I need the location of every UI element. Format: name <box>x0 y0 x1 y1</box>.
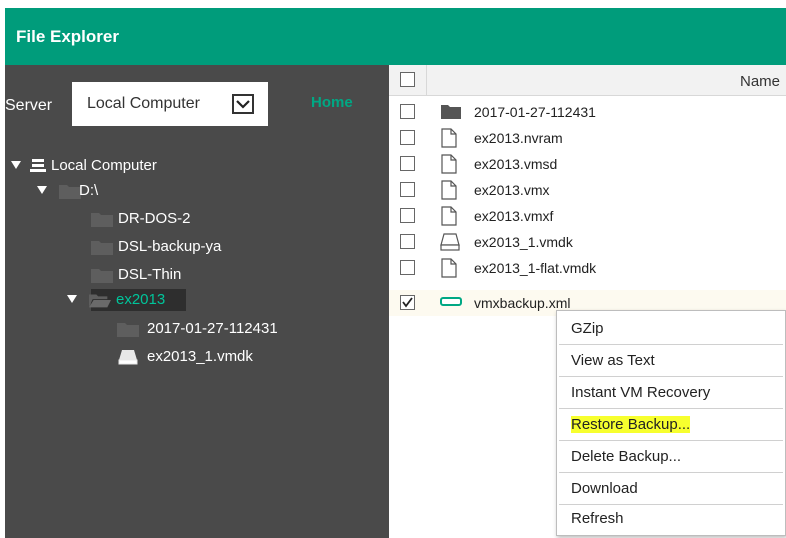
folder-icon <box>441 105 461 119</box>
menu-item-label: View as Text <box>571 352 655 369</box>
tree-label-child: 2017-01-27-112431 <box>147 320 278 337</box>
column-header-name[interactable]: Name <box>740 73 780 90</box>
menu-item-delete-backup[interactable]: Delete Backup... <box>557 441 785 472</box>
server-select[interactable]: Local Computer <box>72 82 268 126</box>
tree-node-root[interactable]: Local Computer <box>11 155 211 177</box>
column-header: Name <box>389 65 786 96</box>
row-checkbox[interactable] <box>400 208 415 223</box>
tree-label-folder: DSL-backup-ya <box>118 238 222 255</box>
folder-icon <box>91 269 113 283</box>
file-icon <box>441 180 457 200</box>
expand-arrow-icon[interactable] <box>67 295 77 303</box>
row-checkbox[interactable] <box>400 234 415 249</box>
title-bar: File Explorer <box>5 8 786 65</box>
folder-icon <box>59 185 81 199</box>
file-name: ex2013.vmsd <box>474 156 558 172</box>
file-icon <box>441 128 457 148</box>
menu-item-download[interactable]: Download <box>557 473 785 504</box>
tree-node-folder[interactable]: DSL-backup-ya <box>91 236 251 258</box>
row-checkbox[interactable] <box>400 130 415 145</box>
file-row[interactable]: ex2013.vmxf <box>389 204 786 228</box>
row-checkbox[interactable] <box>400 260 415 275</box>
window-title: File Explorer <box>16 27 119 46</box>
tree-label-child: ex2013_1.vmdk <box>147 348 253 365</box>
tree-node-drive[interactable]: D:\ <box>37 180 157 202</box>
folder-icon <box>91 241 113 255</box>
file-icon <box>441 258 457 278</box>
file-name: ex2013_1.vmdk <box>474 234 573 250</box>
menu-item-label: GZip <box>571 320 604 337</box>
left-panel: Server Local Computer Home Local Compute… <box>5 65 389 538</box>
menu-item-instant-vm-recovery[interactable]: Instant VM Recovery <box>557 377 785 408</box>
row-checkbox-checked[interactable] <box>400 295 415 310</box>
menu-item-label: Refresh <box>571 510 624 527</box>
row-checkbox[interactable] <box>400 104 415 119</box>
folder-icon <box>117 323 139 337</box>
disk-icon <box>440 233 460 251</box>
expand-arrow-icon[interactable] <box>11 161 21 169</box>
tree-label-selected: ex2013 <box>116 291 166 308</box>
menu-item-refresh[interactable]: Refresh <box>557 503 785 534</box>
open-folder-icon <box>89 294 111 308</box>
file-icon <box>441 206 457 226</box>
server-select-value: Local Computer <box>87 95 200 112</box>
menu-item-label: Download <box>571 480 638 497</box>
server-label: Server <box>5 97 53 114</box>
disk-icon <box>118 350 138 365</box>
tree-label-folder: DSL-Thin <box>118 266 182 283</box>
tree-label-root: Local Computer <box>51 157 157 174</box>
computer-icon <box>30 159 46 172</box>
file-row[interactable]: ex2013_1-flat.vmdk <box>389 256 786 280</box>
row-checkbox[interactable] <box>400 182 415 197</box>
menu-item-gzip[interactable]: GZip <box>557 313 785 344</box>
home-link[interactable]: Home <box>311 94 353 111</box>
file-row[interactable]: ex2013.vmsd <box>389 152 786 176</box>
file-name: 2017-01-27-112431 <box>474 104 596 120</box>
file-name: ex2013.nvram <box>474 130 563 146</box>
file-name: ex2013.vmxf <box>474 208 554 224</box>
tree-node-folder[interactable]: DR-DOS-2 <box>91 208 241 230</box>
backup-icon <box>440 297 462 306</box>
file-icon <box>441 154 457 174</box>
tree-node-child[interactable]: ex2013_1.vmdk <box>117 346 287 368</box>
checkmark-icon <box>402 297 413 308</box>
expand-arrow-icon[interactable] <box>37 186 47 194</box>
tree-node-child[interactable]: 2017-01-27-112431 <box>117 318 317 340</box>
menu-item-view-as-text[interactable]: View as Text <box>557 345 785 376</box>
column-divider <box>426 65 427 95</box>
menu-item-restore-backup[interactable]: Restore Backup... <box>557 409 785 440</box>
tree-label-folder: DR-DOS-2 <box>118 210 191 227</box>
file-name: ex2013.vmx <box>474 182 550 198</box>
tree-label-drive: D:\ <box>79 182 99 199</box>
menu-item-label: Instant VM Recovery <box>571 384 711 401</box>
tree-node-selected[interactable]: ex2013 <box>67 289 197 311</box>
folder-icon <box>91 213 113 227</box>
file-row[interactable]: ex2013_1.vmdk <box>389 230 786 254</box>
menu-item-label: Restore Backup... <box>571 416 691 433</box>
file-row[interactable]: 2017-01-27-112431 <box>389 100 786 124</box>
row-checkbox[interactable] <box>400 156 415 171</box>
file-row[interactable]: ex2013.vmx <box>389 178 786 202</box>
chevron-down-icon[interactable] <box>232 94 254 114</box>
select-all-checkbox[interactable] <box>400 72 415 87</box>
file-name: ex2013_1-flat.vmdk <box>474 260 597 276</box>
menu-item-label: Delete Backup... <box>571 448 682 465</box>
tree-node-folder[interactable]: DSL-Thin <box>91 264 241 286</box>
context-menu: GZip View as Text Instant VM Recovery Re… <box>556 310 786 536</box>
file-name: vmxbackup.xml <box>474 295 571 311</box>
file-row[interactable]: ex2013.nvram <box>389 126 786 150</box>
